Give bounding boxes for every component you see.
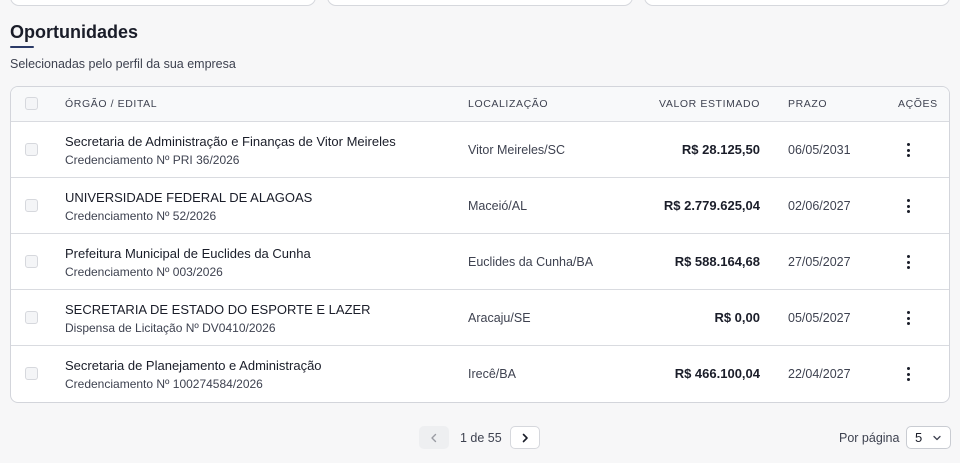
table-row[interactable]: SECRETARIA DE ESTADO DO ESPORTE E LAZER … [11, 290, 949, 346]
prazo-text: 27/05/2027 [788, 255, 851, 269]
orgao-name[interactable]: SECRETARIA DE ESTADO DO ESPORTE E LAZER [65, 302, 371, 317]
previous-page-button[interactable] [419, 426, 449, 449]
opportunities-table: ÓRGÃO / EDITAL LOCALIZAÇÃO VALOR ESTIMAD… [10, 86, 950, 403]
location-text: Euclides da Cunha/BA [468, 255, 594, 269]
edital-text: Credenciamento Nº 52/2026 [65, 209, 217, 223]
per-page-select[interactable]: 5 [906, 426, 951, 449]
location-text: Vitor Meireles/SC [468, 143, 566, 157]
more-actions-icon[interactable] [900, 196, 916, 216]
edital-text: Credenciamento Nº 003/2026 [65, 265, 223, 279]
orgao-name[interactable]: Secretaria de Administração e Finanças d… [65, 134, 396, 149]
summary-card-1 [10, 0, 316, 6]
more-actions-icon[interactable] [900, 308, 916, 328]
table-header: ÓRGÃO / EDITAL LOCALIZAÇÃO VALOR ESTIMAD… [11, 87, 949, 122]
more-actions-icon[interactable] [900, 140, 916, 160]
prazo-text: 06/05/2031 [788, 143, 851, 157]
valor-text: R$ 588.164,68 [674, 254, 760, 269]
table-row[interactable]: Secretaria de Administração e Finanças d… [11, 122, 949, 178]
table-row[interactable]: Prefeitura Municipal de Euclides da Cunh… [11, 234, 949, 290]
prazo-text: 05/05/2027 [788, 311, 851, 325]
row-checkbox[interactable] [25, 143, 38, 156]
chevron-right-icon [522, 433, 528, 442]
header-orgao[interactable]: ÓRGÃO / EDITAL [65, 98, 157, 110]
page-subtitle: Selecionadas pelo perfil da sua empresa [10, 57, 236, 71]
valor-text: R$ 0,00 [714, 310, 760, 325]
chevron-down-icon [932, 429, 942, 446]
select-all-checkbox[interactable] [25, 97, 38, 110]
next-page-button[interactable] [510, 426, 540, 449]
table-row[interactable]: UNIVERSIDADE FEDERAL DE ALAGOAS Credenci… [11, 178, 949, 234]
header-localizacao[interactable]: LOCALIZAÇÃO [468, 98, 548, 110]
header-valor[interactable]: VALOR ESTIMADO [659, 98, 760, 110]
location-text: Maceió/AL [468, 199, 528, 213]
row-checkbox[interactable] [25, 199, 38, 212]
prazo-text: 02/06/2027 [788, 199, 851, 213]
header-prazo[interactable]: PRAZO [788, 98, 827, 110]
per-page-label: Por página [839, 431, 900, 445]
row-checkbox[interactable] [25, 311, 38, 324]
row-checkbox[interactable] [25, 367, 38, 380]
header-acoes: AÇÕES [898, 98, 938, 110]
table-row[interactable]: Secretaria de Planejamento e Administraç… [11, 346, 949, 402]
valor-text: R$ 2.779.625,04 [663, 198, 760, 213]
valor-text: R$ 28.125,50 [681, 142, 760, 157]
per-page-value: 5 [915, 430, 923, 445]
title-underline [10, 46, 34, 48]
summary-card-3 [644, 0, 950, 6]
orgao-name[interactable]: Prefeitura Municipal de Euclides da Cunh… [65, 246, 311, 261]
summary-card-2 [327, 0, 633, 6]
location-text: Aracaju/SE [468, 311, 531, 325]
chevron-left-icon [431, 433, 437, 442]
more-actions-icon[interactable] [900, 252, 916, 272]
more-actions-icon[interactable] [900, 364, 916, 384]
edital-text: Dispensa de Licitação Nº DV0410/2026 [65, 321, 276, 335]
valor-text: R$ 466.100,04 [674, 366, 760, 381]
page-indicator: 1 de 55 [460, 431, 502, 445]
edital-text: Credenciamento Nº PRI 36/2026 [65, 153, 240, 167]
orgao-name[interactable]: Secretaria de Planejamento e Administraç… [65, 358, 322, 373]
orgao-name[interactable]: UNIVERSIDADE FEDERAL DE ALAGOAS [65, 190, 312, 205]
page-title: Oportunidades [10, 22, 139, 42]
prazo-text: 22/04/2027 [788, 367, 851, 381]
row-checkbox[interactable] [25, 255, 38, 268]
edital-text: Credenciamento Nº 100274584/2026 [65, 377, 263, 391]
location-text: Irecê/BA [468, 367, 516, 381]
